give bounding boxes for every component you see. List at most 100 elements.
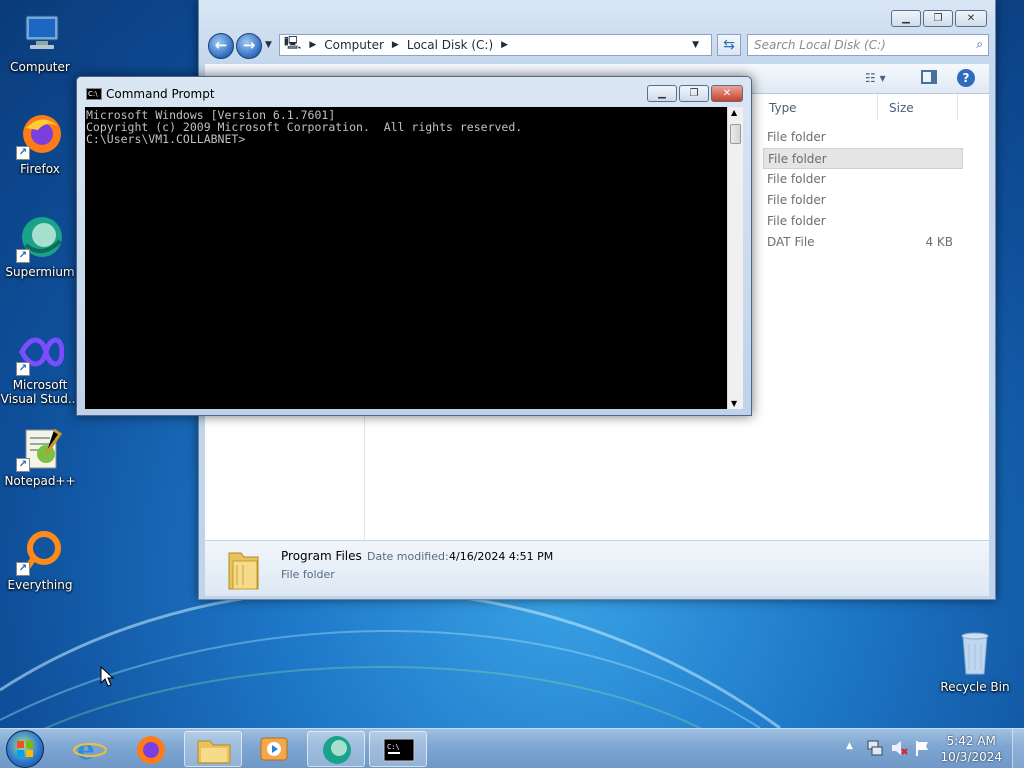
shortcut-arrow-icon: ↗ — [16, 362, 30, 376]
firefox-icon: ↗ — [16, 112, 64, 160]
taskbar-command-prompt[interactable]: C:\ — [369, 731, 427, 767]
desktop-icon-label: Microsoft Visual Stud... — [0, 378, 80, 406]
breadcrumb-separator-icon: ▶ — [501, 40, 509, 50]
recent-pages-dropdown[interactable]: ▼ — [265, 40, 272, 50]
details-date-label: Date modified: — [367, 550, 449, 563]
close-icon: ✕ — [722, 88, 732, 99]
show-desktop-button[interactable] — [1012, 729, 1024, 768]
chevron-up-icon: ▲ — [846, 741, 853, 751]
scroll-up-icon[interactable]: ▲ — [731, 108, 737, 117]
shortcut-arrow-icon: ↗ — [16, 562, 30, 576]
change-view-button[interactable]: ☷ ▾ — [865, 71, 886, 85]
close-icon: ✕ — [966, 13, 976, 24]
notepadpp-icon: ↗ — [16, 424, 64, 472]
refresh-button[interactable]: ⇆ — [717, 34, 741, 56]
view-list-icon: ☷ ▾ — [865, 71, 886, 85]
file-type: DAT File — [767, 235, 815, 249]
back-button[interactable]: ← — [208, 33, 234, 59]
address-dropdown-icon[interactable]: ▼ — [692, 40, 699, 50]
search-input[interactable]: Search Local Disk (C:) ⌕ — [747, 34, 989, 56]
file-type: File folder — [767, 193, 826, 207]
console-output[interactable]: Microsoft Windows [Version 6.1.7601] Copy… — [85, 107, 727, 409]
file-row[interactable]: DAT File 4 KB — [763, 232, 963, 253]
minimize-button[interactable]: ▁ — [891, 10, 921, 27]
network-icon[interactable] — [866, 739, 884, 760]
maximize-button[interactable]: ❐ — [923, 10, 953, 27]
shortcut-arrow-icon: ↗ — [16, 249, 30, 263]
taskbar-media-player[interactable] — [245, 731, 303, 767]
desktop-icon-label: Everything — [7, 578, 73, 592]
column-header-size[interactable]: Size — [889, 101, 914, 115]
file-type: File folder — [767, 172, 826, 186]
details-pane: Program Files Date modified: 4/16/2024 4… — [205, 540, 989, 596]
maximize-button[interactable]: ❐ — [679, 85, 709, 102]
file-type: File folder — [767, 130, 826, 144]
forward-button[interactable]: → — [236, 33, 262, 59]
command-prompt-icon: C:\ — [383, 738, 415, 762]
internet-explorer-icon: e — [73, 733, 107, 766]
refresh-icon: ⇆ — [723, 37, 735, 53]
cmd-window-icon: C:\ — [86, 88, 102, 100]
supermium-icon: ↗ — [16, 215, 64, 263]
explorer-window-controls: ▁ ❐ ✕ — [889, 10, 987, 27]
desktop-icon-recycle-bin[interactable]: Recycle Bin — [935, 630, 1015, 694]
scrollbar-thumb[interactable] — [730, 124, 741, 144]
file-row[interactable]: File folder — [763, 190, 963, 211]
supermium-icon — [323, 736, 351, 764]
desktop-icon-label: Computer — [10, 60, 70, 74]
desktop-icon-supermium[interactable]: ↗ Supermium — [0, 215, 80, 279]
desktop-icon-visual-studio[interactable]: ↗ Microsoft Visual Stud... — [0, 328, 80, 406]
recycle-bin-icon — [951, 630, 999, 678]
column-separator[interactable] — [877, 94, 878, 120]
column-separator[interactable] — [957, 94, 958, 120]
minimize-icon: ▁ — [658, 88, 666, 99]
desktop-icon-everything[interactable]: ↗ Everything — [0, 528, 80, 592]
svg-text:e: e — [77, 733, 95, 766]
search-icon: ⌕ — [976, 37, 983, 51]
firefox-icon — [137, 736, 165, 764]
media-player-icon — [260, 737, 288, 761]
file-row[interactable]: File folder — [763, 127, 963, 148]
taskbar: e C:\ ▲ 5:42 AM 10/3/2024 — [0, 728, 1024, 768]
desktop-icon-computer[interactable]: Computer — [0, 10, 80, 74]
desktop-icon-notepadpp[interactable]: ↗ Notepad++ — [0, 424, 80, 488]
command-prompt-window[interactable]: C:\ Command Prompt ▁ ❐ ✕ Microsoft Windo… — [76, 76, 752, 416]
system-clock[interactable]: 5:42 AM 10/3/2024 — [940, 733, 1002, 765]
taskbar-firefox[interactable] — [122, 731, 180, 767]
help-button[interactable]: ? — [957, 69, 975, 87]
chevron-down-icon: ▼ — [265, 40, 272, 50]
start-button[interactable] — [6, 730, 44, 768]
taskbar-windows-explorer[interactable] — [184, 731, 242, 767]
column-header-type[interactable]: Type — [769, 101, 797, 115]
help-icon: ? — [962, 71, 970, 85]
volume-muted-icon[interactable] — [890, 739, 908, 760]
show-hidden-icons-button[interactable]: ▲ — [846, 741, 853, 751]
close-button[interactable]: ✕ — [711, 85, 743, 102]
desktop-icon-label: Notepad++ — [4, 474, 76, 488]
file-row[interactable]: File folder — [763, 211, 963, 232]
preview-pane-button[interactable] — [921, 70, 937, 84]
desktop-icon-firefox[interactable]: ↗ Firefox — [0, 112, 80, 176]
search-placeholder: Search Local Disk (C:) — [754, 38, 886, 52]
breadcrumb-computer[interactable]: Computer — [324, 38, 384, 52]
file-row-selected[interactable]: File folder — [763, 148, 963, 169]
file-row[interactable]: File folder — [763, 169, 963, 190]
console-scrollbar[interactable]: ▲ ▼ — [727, 107, 743, 409]
desktop-icon-label: Recycle Bin — [940, 680, 1010, 694]
breadcrumb-local-disk[interactable]: Local Disk (C:) — [407, 38, 493, 52]
taskbar-supermium[interactable] — [307, 731, 365, 767]
details-kind: File folder — [281, 568, 335, 581]
address-bar[interactable]: 🖳 ▶ Computer ▶ Local Disk (C:) ▶ ▼ — [279, 34, 712, 56]
scroll-down-icon[interactable]: ▼ — [731, 399, 737, 408]
clock-date: 10/3/2024 — [940, 750, 1002, 764]
windows-logo-icon — [17, 741, 33, 757]
action-center-flag-icon[interactable] — [914, 739, 932, 760]
minimize-icon: ▁ — [902, 13, 910, 24]
clock-time: 5:42 AM — [946, 734, 996, 748]
file-type: File folder — [767, 214, 826, 228]
minimize-button[interactable]: ▁ — [647, 85, 677, 102]
console-prompt: C:\Users\VM1.COLLABNET> — [86, 132, 246, 146]
close-button[interactable]: ✕ — [955, 10, 987, 27]
taskbar-internet-explorer[interactable]: e — [61, 731, 119, 767]
shortcut-arrow-icon: ↗ — [16, 146, 30, 160]
